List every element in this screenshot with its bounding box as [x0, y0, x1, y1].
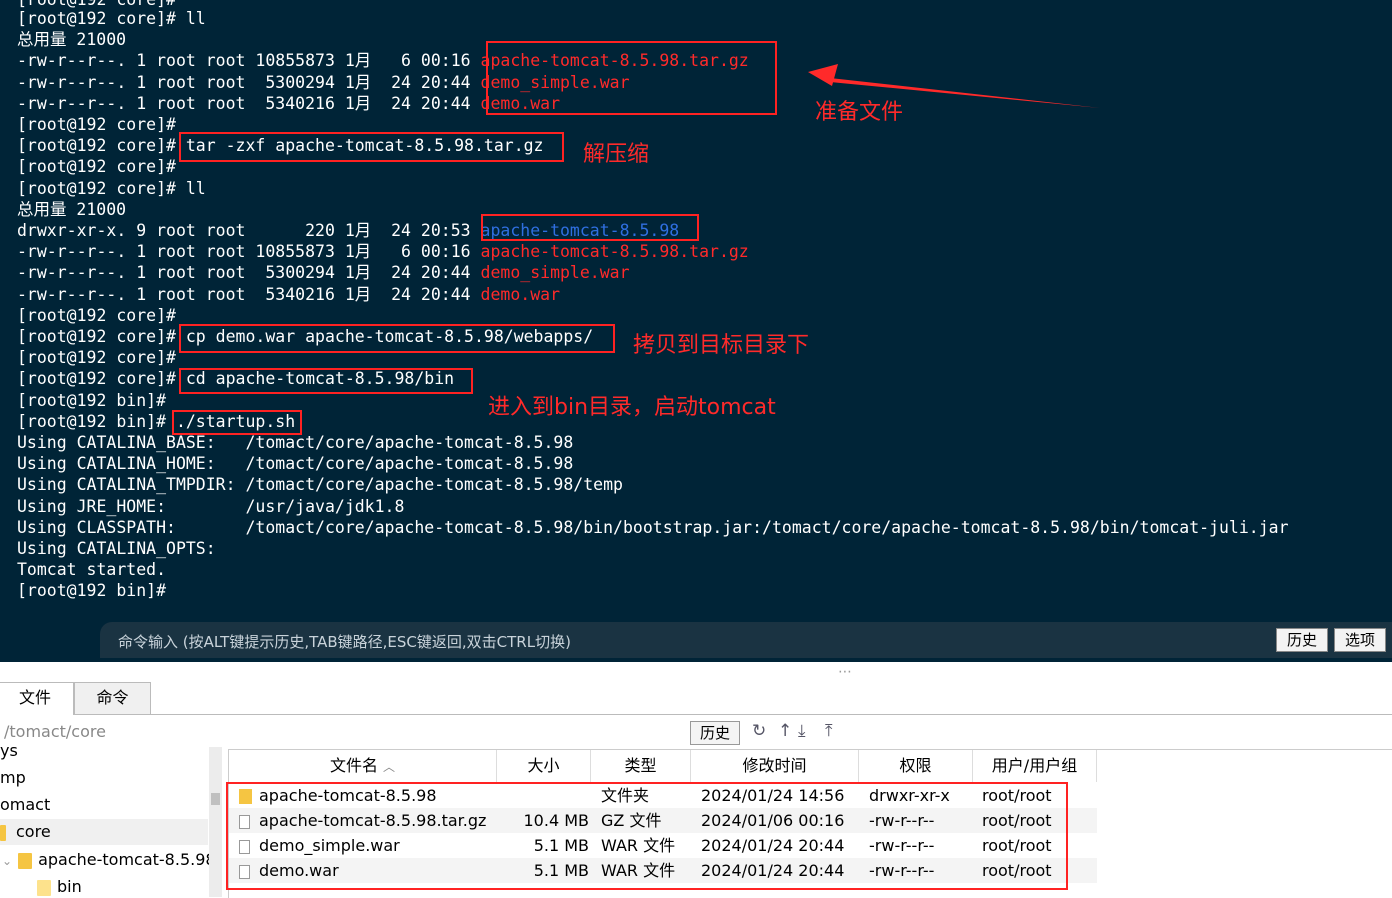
terminal-line: [root@192 core]# ll [17, 178, 206, 198]
terminal-line: -rw-r--r--. 1 root root 5340216 1月 24 20… [17, 284, 561, 304]
tree-item[interactable]: mp [0, 768, 26, 787]
tree-item-bin[interactable]: bin [37, 877, 82, 896]
highlight-box-prepared-files [486, 41, 777, 115]
download-icon[interactable]: ⤓ [798, 721, 806, 741]
terminal-line: Using JRE_HOME: /usr/java/jdk1.8 [17, 496, 405, 516]
highlight-box-cp-command [179, 324, 615, 353]
expand-icon[interactable]: ⌄ [2, 854, 12, 868]
terminal-line: [root@192 core]# ll [17, 9, 206, 28]
tree-item-core[interactable]: core [0, 822, 51, 841]
up-icon[interactable]: ↑ [778, 721, 792, 741]
column-header-name[interactable]: 文件名 ︿ [229, 750, 497, 782]
tree-item[interactable]: ys [0, 747, 18, 760]
tab-commands[interactable]: 命令 [74, 682, 151, 714]
column-header-owner[interactable]: 用户/用户组 [973, 750, 1097, 782]
terminal-line: Using CATALINA_HOME: /tomact/core/apache… [17, 454, 574, 474]
tree-item-apache-tomcat[interactable]: ⌄ apache-tomcat-8.5.98 [2, 850, 216, 869]
terminal-line: [root@192 core]# [17, 115, 176, 134]
terminal-panel[interactable]: [root@192 core]# [root@192 core]# ll总用量 … [0, 0, 1392, 662]
upload-icon[interactable]: ⤒ [825, 721, 833, 741]
column-header-type[interactable]: 类型 [591, 750, 691, 782]
terminal-line: -rw-r--r--. 1 root root 5340216 1月 24 20… [17, 93, 561, 113]
terminal-line: [root@192 core]# [17, 157, 176, 177]
drag-handle-icon[interactable]: ⋯ [838, 664, 852, 680]
annotation-enter-bin-start: 进入到bin目录，启动tomcat [488, 395, 776, 420]
history-button[interactable]: 历史 [1276, 628, 1328, 652]
highlight-box-extracted-dir [481, 214, 699, 241]
terminal-line: [root@192 bin]# [17, 390, 167, 410]
terminal-line: Using CATALINA_OPTS: [17, 539, 216, 558]
annotation-extract: 解压缩 [583, 142, 650, 167]
file-panel-tabs: 文件 命令 [0, 680, 1392, 715]
terminal-line: Using CLASSPATH: /tomact/core/apache-tom… [17, 517, 1289, 537]
directory-tree[interactable]: ys mp omact core ⌄ apache-tomcat-8.5.98 b… [0, 747, 222, 897]
tree-item[interactable]: omact [0, 795, 50, 814]
path-bar: /tomact/core 历史 ↻ ↑ ⤓ ⤒ [0, 715, 1392, 747]
command-input-hint[interactable]: 命令输入 (按ALT键提示历史,TAB键路径,ESC键返回,双击CTRL切换) [118, 631, 571, 652]
highlight-box-file-list [226, 782, 1068, 890]
sort-asc-icon: ︿ [383, 760, 396, 774]
terminal-line: 总用量 21000 [17, 199, 127, 219]
annotation-copy-to-target: 拷贝到目标目录下 [633, 333, 810, 358]
terminal-line: -rw-r--r--. 1 root root 10855873 1月 6 00… [17, 242, 749, 262]
terminal-line: -rw-r--r--. 1 root root 5300294 1月 24 20… [17, 263, 630, 283]
panel-splitter[interactable]: ⋯ [0, 662, 1392, 682]
tree-scrollbar-thumb[interactable] [211, 793, 220, 805]
path-history-button[interactable]: 历史 [690, 721, 740, 745]
terminal-line: [root@192 core]# [17, 348, 176, 368]
options-button[interactable]: 选项 [1334, 628, 1386, 652]
highlight-box-startup-command [172, 410, 302, 435]
command-input-bar[interactable]: 命令输入 (按ALT键提示历史,TAB键路径,ESC键返回,双击CTRL切换) … [100, 622, 1392, 658]
annotation-prepare-files: 准备文件 [815, 100, 904, 125]
terminal-line: [root@192 core]# [17, 305, 176, 325]
terminal-line: 总用量 21000 [17, 30, 127, 50]
tab-files[interactable]: 文件 [0, 682, 74, 715]
refresh-icon[interactable]: ↻ [752, 721, 766, 741]
terminal-line: Using CATALINA_TMPDIR: /tomact/core/apac… [17, 475, 623, 495]
column-header-permissions[interactable]: 权限 [859, 750, 973, 782]
terminal-line: Using CATALINA_BASE: /tomact/core/apache… [17, 433, 574, 452]
highlight-box-tar-command [179, 132, 564, 162]
file-list[interactable]: 文件名 ︿ 大小 类型 修改时间 权限 用户/用户组 apache-tomcat… [226, 749, 1392, 898]
terminal-line: [root@192 bin]# [17, 581, 167, 601]
column-header-size[interactable]: 大小 [497, 750, 591, 782]
column-header-mtime[interactable]: 修改时间 [691, 750, 859, 782]
highlight-box-cd-command [179, 368, 473, 394]
terminal-line: Tomcat started. [17, 560, 167, 580]
path-input[interactable]: /tomact/core [4, 722, 106, 741]
tree-scrollbar[interactable] [209, 747, 222, 897]
folder-icon [18, 852, 33, 869]
folder-icon [0, 824, 6, 841]
folder-icon [37, 879, 51, 896]
